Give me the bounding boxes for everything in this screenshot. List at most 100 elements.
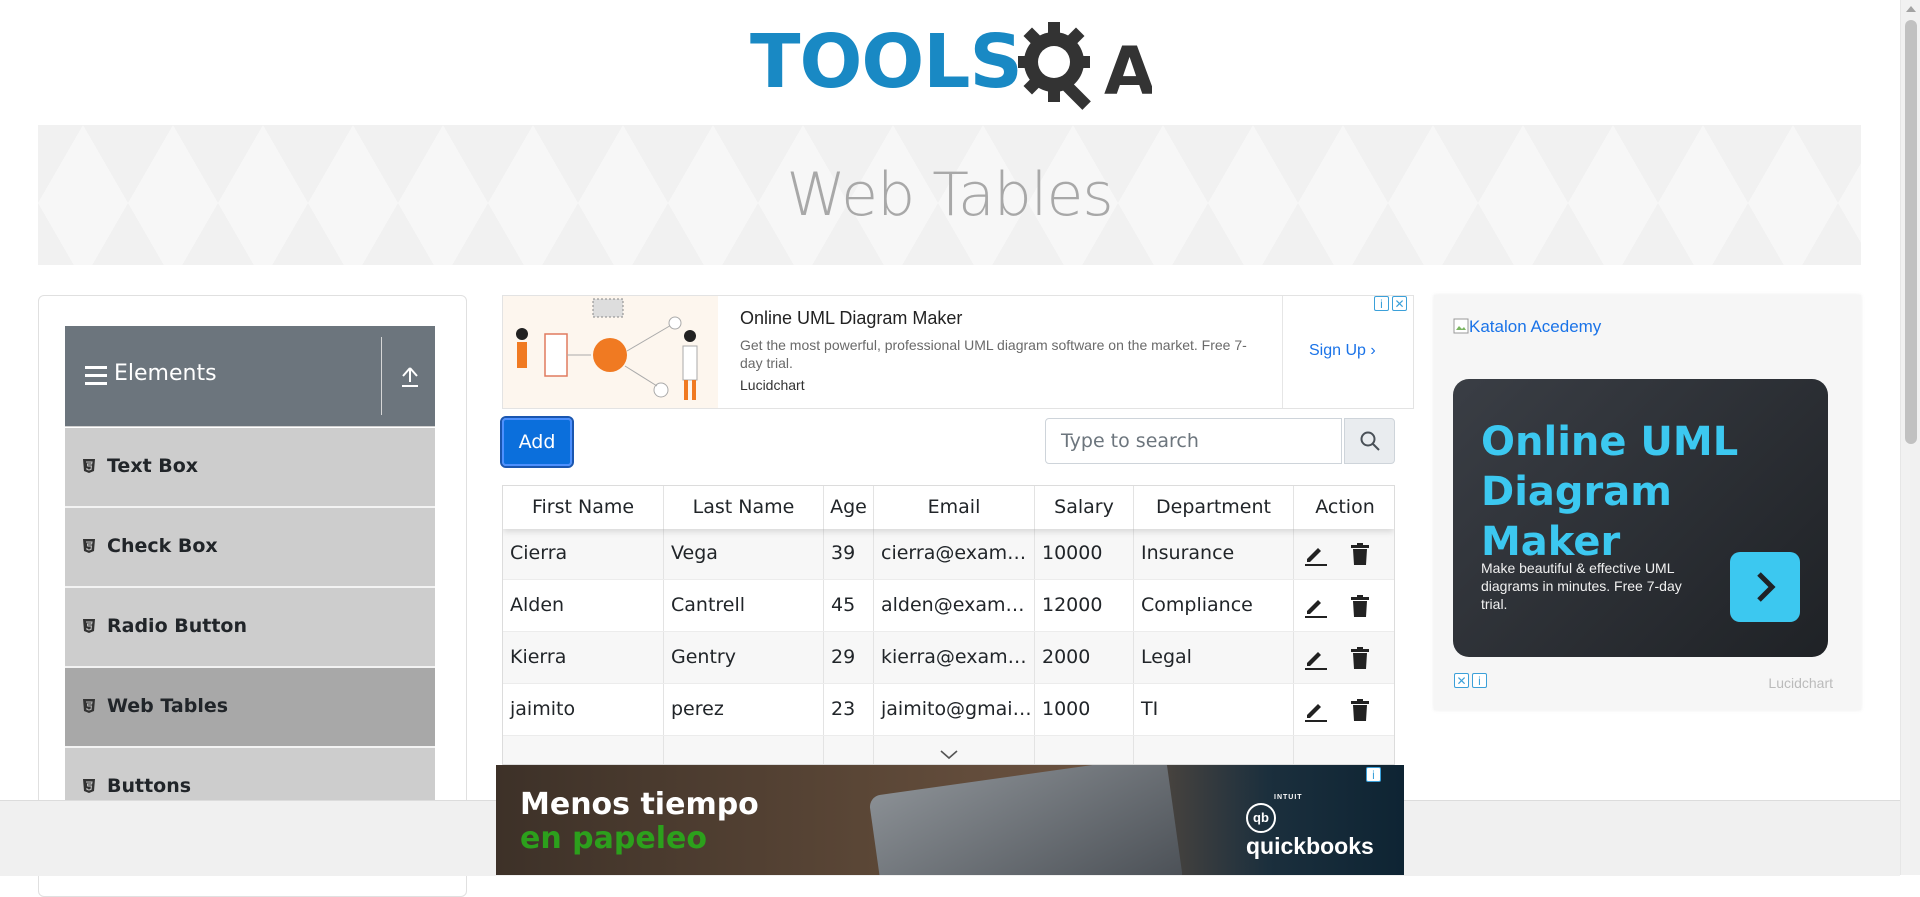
chevron-down-icon[interactable] xyxy=(940,750,958,760)
search-button[interactable] xyxy=(1344,418,1395,464)
cell-email: alden@exampl... xyxy=(874,580,1035,631)
table-row: Cierra Vega 39 cierra@exampl... 10000 In… xyxy=(503,528,1394,580)
table-row: jaimito perez 23 jaimito@gmail... 1000 T… xyxy=(503,684,1394,736)
page-scrollbar[interactable] xyxy=(1900,0,1920,875)
delete-icon[interactable] xyxy=(1348,542,1372,566)
ad-card-title: Online UML Diagram Maker xyxy=(1481,419,1739,565)
html5-icon xyxy=(83,539,95,553)
sidebar-item-check-box[interactable]: Check Box xyxy=(65,508,435,588)
sign-up-link[interactable]: Sign Up › xyxy=(1309,342,1376,360)
cell-salary: 12000 xyxy=(1035,580,1134,631)
ad-info-icon[interactable]: i xyxy=(1366,767,1381,782)
column-header-salary[interactable]: Salary xyxy=(1035,486,1134,529)
cell-last-name: Gentry xyxy=(664,632,824,683)
cell-department: Legal xyxy=(1134,632,1294,683)
edit-icon[interactable] xyxy=(1303,698,1327,722)
column-header-last-name[interactable]: Last Name xyxy=(664,486,824,529)
broken-image[interactable]: Katalon Acedemy xyxy=(1453,317,1601,337)
ad-title[interactable]: Online UML Diagram Maker xyxy=(740,308,962,329)
ad-card-subtitle: Make beautiful & effective UML diagrams … xyxy=(1481,560,1682,612)
sidebar-item-radio-button[interactable]: Radio Button xyxy=(65,588,435,668)
cell-first-name: Alden xyxy=(503,580,664,631)
ad-card[interactable]: Online UML Diagram Maker Make beautiful … xyxy=(1453,379,1828,657)
cell-email: kierra@examp... xyxy=(874,632,1035,683)
cell-department: TI xyxy=(1134,684,1294,735)
scroll-up-icon[interactable] xyxy=(1906,6,1916,12)
collapse-icon[interactable] xyxy=(401,366,419,388)
edit-icon[interactable] xyxy=(1303,542,1327,566)
table-row: Kierra Gentry 29 kierra@examp... 2000 Le… xyxy=(503,632,1394,684)
delete-icon[interactable] xyxy=(1348,698,1372,722)
right-ad[interactable]: Katalon Acedemy Online UML Diagram Maker… xyxy=(1434,295,1861,710)
cell-email: jaimito@gmail... xyxy=(874,684,1035,735)
sidebar-item-web-tables[interactable]: Web Tables xyxy=(65,668,435,748)
qb-mark-icon: qb xyxy=(1246,803,1276,833)
qb-brand: quickbooks xyxy=(1246,833,1374,859)
edit-icon[interactable] xyxy=(1303,646,1327,670)
cell-age: 23 xyxy=(824,684,874,735)
cell-salary: 2000 xyxy=(1035,632,1134,683)
column-header-email[interactable]: Email xyxy=(874,486,1035,529)
column-header-action: Action xyxy=(1315,496,1375,518)
cell-email: cierra@exampl... xyxy=(874,528,1035,579)
column-header-first-name[interactable]: First Name xyxy=(503,486,664,529)
delete-icon[interactable] xyxy=(1348,594,1372,618)
cell-last-name: Cantrell xyxy=(664,580,824,631)
ad-info-icon[interactable]: i xyxy=(1374,296,1389,311)
cell-salary: 10000 xyxy=(1035,528,1134,579)
html5-icon xyxy=(83,619,95,633)
ad-brand: Lucidchart xyxy=(740,377,805,393)
ad-headline-accent: en papeleo xyxy=(520,821,707,856)
table-row-empty xyxy=(503,736,1394,764)
sign-up-label: Sign Up xyxy=(1309,342,1366,359)
search-input[interactable]: Type to search xyxy=(1045,418,1342,464)
hamburger-icon xyxy=(85,366,107,386)
cell-last-name: perez xyxy=(664,684,824,735)
column-header-department[interactable]: Department xyxy=(1134,486,1294,529)
quickbooks-logo: qb INTUIT quickbooks xyxy=(1246,794,1404,860)
cell-department: Compliance xyxy=(1134,580,1294,631)
ad-info-icon[interactable]: i xyxy=(1472,673,1487,688)
cell-age: 45 xyxy=(824,580,874,631)
cell-department: Insurance xyxy=(1134,528,1294,579)
sidebar-item-label: Buttons xyxy=(107,775,192,797)
chevron-right-icon: › xyxy=(1370,342,1376,359)
logo-suffix: A xyxy=(1104,33,1152,110)
cell-last-name: Vega xyxy=(664,528,824,579)
broken-image-alt: Katalon Acedemy xyxy=(1469,317,1602,336)
sidebar-item-label: Check Box xyxy=(107,535,218,557)
scrollbar-thumb[interactable] xyxy=(1905,20,1917,444)
web-table: First Name Last Name Age Email Salary De… xyxy=(502,485,1395,765)
html5-icon xyxy=(83,779,95,793)
sidebar-item-label: Web Tables xyxy=(107,695,229,717)
bottom-ad[interactable]: Menos tiempo en papeleo qb INTUIT quickboo… xyxy=(496,765,1404,875)
cell-first-name: Kierra xyxy=(503,632,664,683)
sidebar-group-title: Elements xyxy=(114,361,217,386)
cell-salary: 1000 xyxy=(1035,684,1134,735)
ad-description: Get the most powerful, professional UML … xyxy=(740,337,1247,371)
ad-headline: Menos tiempo xyxy=(520,787,759,822)
sidebar-item-label: Text Box xyxy=(107,455,199,477)
edit-icon[interactable] xyxy=(1303,594,1327,618)
add-button[interactable]: Add xyxy=(500,416,574,468)
ad-tablet-image xyxy=(868,765,1184,875)
delete-icon[interactable] xyxy=(1348,646,1372,670)
sidebar-group-elements[interactable]: Elements xyxy=(65,326,435,427)
ad-illustration xyxy=(503,296,718,408)
ad-close-icon[interactable]: ✕ xyxy=(1392,296,1407,311)
ad-close-icon[interactable]: ✕ xyxy=(1454,673,1469,688)
column-header-age[interactable]: Age xyxy=(824,486,874,529)
cell-first-name: jaimito xyxy=(503,684,664,735)
page-title: Web Tables xyxy=(786,160,1113,230)
broken-image-icon xyxy=(1453,318,1469,334)
search-icon xyxy=(1360,431,1380,451)
cell-age: 39 xyxy=(824,528,874,579)
cell-first-name: Cierra xyxy=(503,528,664,579)
top-ad[interactable]: Online UML Diagram Maker Get the most po… xyxy=(502,295,1414,409)
ad-brand: Lucidchart xyxy=(1768,675,1833,691)
html5-icon xyxy=(83,459,95,473)
toolsqa-logo[interactable]: TOOLS A xyxy=(750,18,1156,114)
sidebar-item-text-box[interactable]: Text Box xyxy=(65,428,435,508)
table-header: First Name Last Name Age Email Salary De… xyxy=(503,486,1394,529)
ad-go-button[interactable] xyxy=(1730,552,1800,622)
